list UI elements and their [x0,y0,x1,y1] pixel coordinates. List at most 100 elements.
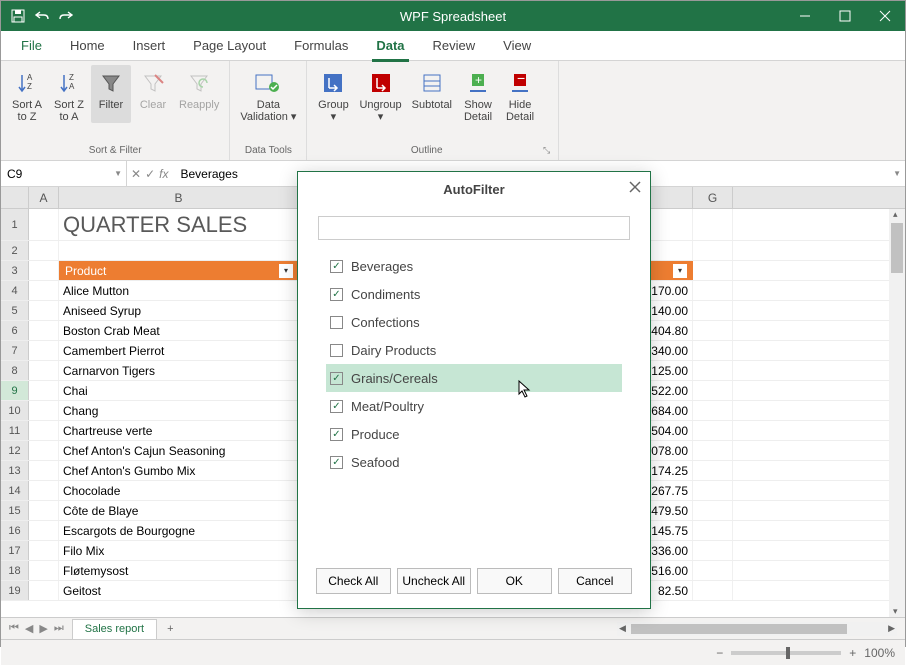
close-button[interactable] [865,1,905,31]
maximize-button[interactable] [825,1,865,31]
cell[interactable] [29,481,59,500]
zoom-out-button[interactable]: − [716,646,723,660]
zoom-level[interactable]: 100% [864,646,895,660]
check-all-button[interactable]: Check All [316,568,391,594]
cell[interactable]: Geitost [59,581,299,600]
column-header[interactable]: A [29,187,59,208]
table-header-cell[interactable]: Product▾ [59,261,299,280]
cell[interactable] [29,361,59,380]
cell[interactable] [29,421,59,440]
cell[interactable] [29,441,59,460]
ok-button[interactable]: OK [477,568,552,594]
filter-item[interactable]: ✓Beverages [326,252,622,280]
subtotal-button[interactable]: Subtotal [408,65,456,123]
ribbon-tab-formulas[interactable]: Formulas [280,31,362,61]
row-header[interactable]: 1 [1,209,29,240]
cell[interactable] [29,501,59,520]
cell[interactable] [29,241,59,260]
cell[interactable] [693,441,733,460]
cell[interactable]: Chocolade [59,481,299,500]
accept-formula-button[interactable]: ✓ [145,167,155,181]
name-box[interactable]: C9▼ [1,161,127,186]
cancel-formula-button[interactable]: ✕ [131,167,141,181]
sort-asc-button[interactable]: AZSort A to Z [7,65,47,123]
cell[interactable] [693,241,733,260]
cell[interactable] [693,321,733,340]
checkbox[interactable]: ✓ [330,372,343,385]
filter-button[interactable]: Filter [91,65,131,123]
row-header[interactable]: 11 [1,421,29,440]
cell[interactable]: Camembert Pierrot [59,341,299,360]
cell[interactable] [693,541,733,560]
row-header[interactable]: 7 [1,341,29,360]
cell[interactable] [29,381,59,400]
cell[interactable] [29,281,59,300]
filter-item[interactable]: ✓Meat/Poultry [326,392,622,420]
dialog-launcher-icon[interactable]: ⤡ [543,145,555,157]
cell[interactable] [29,541,59,560]
dialog-title-bar[interactable]: AutoFilter [298,172,650,206]
save-button[interactable] [7,5,29,27]
row-header[interactable]: 15 [1,501,29,520]
cell[interactable] [693,521,733,540]
row-header[interactable]: 2 [1,241,29,260]
row-header[interactable]: 4 [1,281,29,300]
cell[interactable]: Chang [59,401,299,420]
cell[interactable]: Alice Mutton [59,281,299,300]
reapply-filter-button[interactable]: Reapply [175,65,223,123]
cell[interactable] [693,341,733,360]
cell[interactable]: Carnarvon Tigers [59,361,299,380]
column-header[interactable]: G [693,187,733,208]
row-header[interactable]: 16 [1,521,29,540]
minimize-button[interactable] [785,1,825,31]
prev-sheet-button[interactable]: ◀ [25,622,33,635]
cell[interactable]: Fløtemysost [59,561,299,580]
cell[interactable] [29,301,59,320]
add-sheet-button[interactable]: + [157,623,183,635]
cell[interactable] [693,361,733,380]
ribbon-tab-insert[interactable]: Insert [119,31,180,61]
cell[interactable] [693,281,733,300]
checkbox[interactable]: ✓ [330,288,343,301]
undo-button[interactable] [31,5,53,27]
cell[interactable] [693,481,733,500]
cell[interactable]: Chartreuse verte [59,421,299,440]
ribbon-tab-view[interactable]: View [489,31,545,61]
close-icon[interactable] [628,180,642,197]
cell[interactable] [693,209,733,240]
cell[interactable] [29,261,59,280]
cell[interactable] [693,301,733,320]
ungroup-button[interactable]: Ungroup ▾ [355,65,405,123]
checkbox[interactable]: ✓ [330,428,343,441]
cell[interactable] [693,561,733,580]
row-header[interactable]: 5 [1,301,29,320]
cell[interactable] [59,241,299,260]
row-header[interactable]: 13 [1,461,29,480]
first-sheet-button[interactable]: ⏮ [9,622,19,635]
cell[interactable] [29,461,59,480]
zoom-slider[interactable] [731,651,841,655]
ribbon-tab-page-layout[interactable]: Page Layout [179,31,280,61]
clear-filter-button[interactable]: Clear [133,65,173,123]
group-button[interactable]: Group ▾ [313,65,353,123]
filter-dropdown-icon[interactable]: ▾ [279,264,293,278]
cancel-button[interactable]: Cancel [558,568,633,594]
cell[interactable] [693,581,733,600]
cell[interactable]: Chef Anton's Cajun Seasoning [59,441,299,460]
checkbox[interactable]: ✓ [330,260,343,273]
filter-item[interactable]: Dairy Products [326,336,622,364]
expand-formula-icon[interactable]: ▼ [893,169,901,178]
ribbon-tab-home[interactable]: Home [56,31,119,61]
sheet-tab[interactable]: Sales report [72,619,157,639]
cell[interactable] [29,561,59,580]
checkbox[interactable]: ✓ [330,400,343,413]
cell[interactable] [29,341,59,360]
filter-dropdown-icon[interactable]: ▾ [673,264,687,278]
checkbox[interactable] [330,344,343,357]
last-sheet-button[interactable]: ⏭ [54,622,64,635]
hide-detail-button[interactable]: −Hide Detail [500,65,540,123]
cell[interactable] [693,421,733,440]
vertical-scrollbar[interactable] [889,209,905,617]
select-all-corner[interactable] [1,187,29,208]
fx-button[interactable]: fx [159,167,168,181]
